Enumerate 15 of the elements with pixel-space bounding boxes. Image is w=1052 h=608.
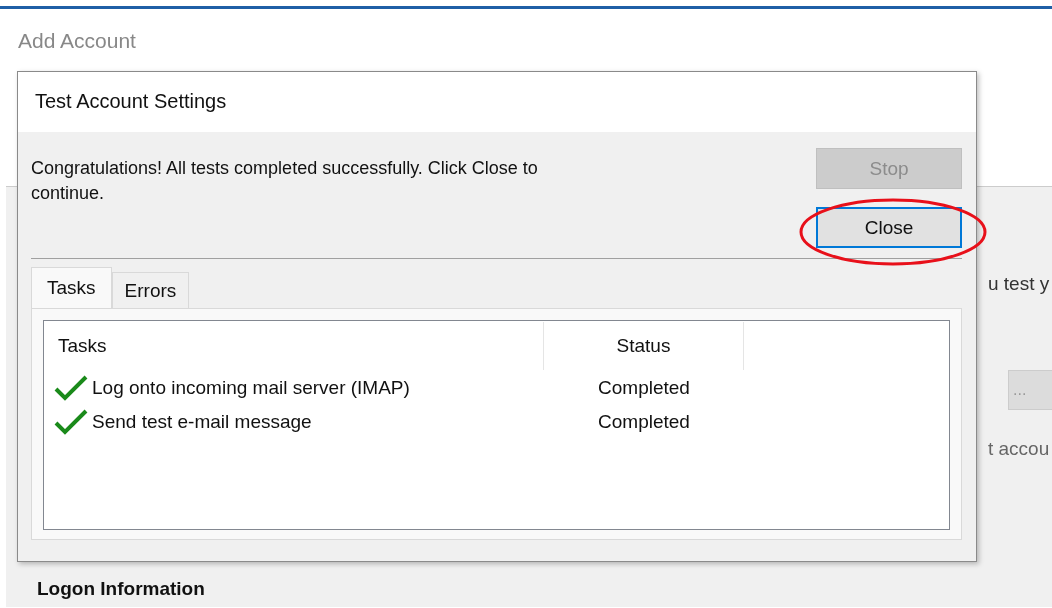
section-heading: Logon Information <box>37 578 206 600</box>
task-name: Send test e-mail message <box>92 411 312 433</box>
description-text: t accou <box>988 438 1050 460</box>
task-status: Completed <box>597 411 691 433</box>
tab[interactable]: Tasks <box>31 267 112 308</box>
dialog-title: Test Account Settings <box>35 90 227 112</box>
column-header[interactable]: Tasks <box>44 322 544 370</box>
description-text: u test y <box>988 273 1050 295</box>
close-button[interactable]: Close <box>816 207 962 248</box>
status-message: Congratulations! All tests completed successfully. Click Close to continue. <box>31 157 539 205</box>
task-status: Completed <box>597 377 691 399</box>
window-title: Add Account <box>18 29 136 52</box>
task-name: Log onto incoming mail server (IMAP) <box>92 377 410 399</box>
column-header[interactable]: Status <box>544 322 744 370</box>
tab[interactable]: Errors <box>111 272 190 308</box>
